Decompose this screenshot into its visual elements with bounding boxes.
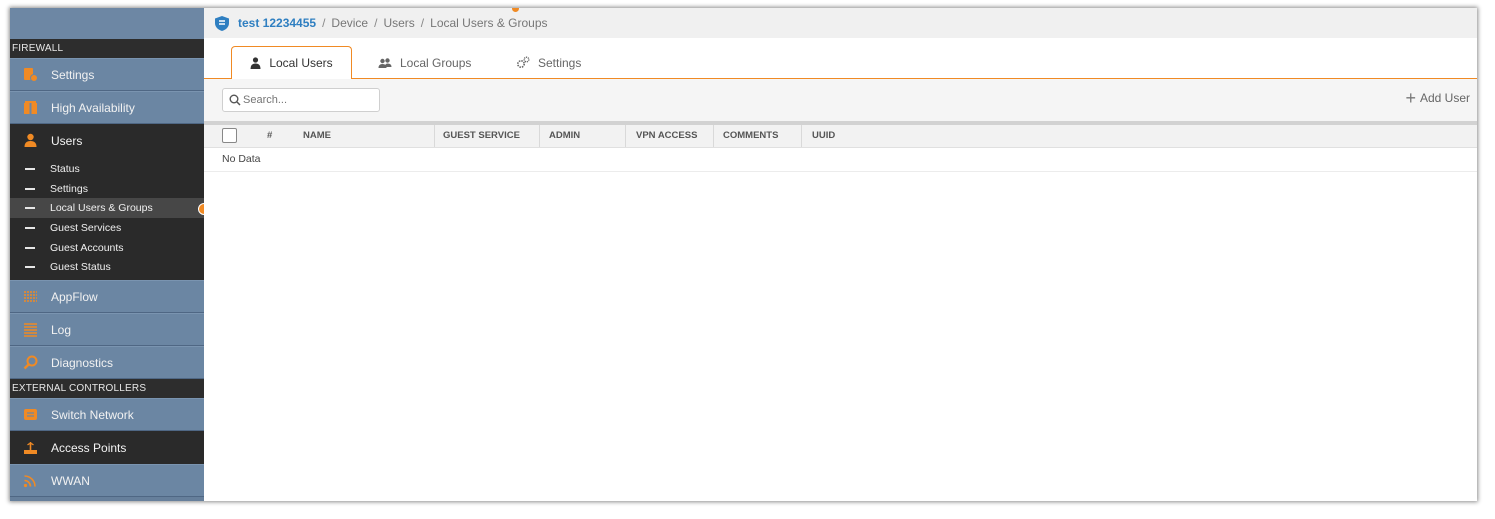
sidebar-item-wwan[interactable]: WWAN [10, 464, 204, 498]
appflow-icon [22, 289, 38, 305]
shield-icon [214, 15, 230, 32]
user-icon [22, 133, 38, 149]
sidebar-item-label: AppFlow [51, 289, 98, 304]
breadcrumb-device[interactable]: Device [331, 16, 368, 30]
sidebar-item-access-points[interactable]: Access Points [10, 431, 204, 465]
submenu-label: Local Users & Groups [50, 202, 153, 215]
toolbar: + Add User [204, 79, 1477, 121]
submenu-label: Settings [50, 182, 88, 195]
sidebar-item-settings[interactable]: Settings [10, 58, 204, 91]
settings-icon [22, 67, 38, 83]
tab-label: Local Users [269, 56, 333, 70]
sidebar-item-label: Users [51, 133, 83, 148]
sidebar-item-label: Settings [51, 67, 95, 82]
sidebar-item-appflow[interactable]: AppFlow [10, 280, 204, 314]
dash-icon [25, 246, 35, 249]
sidebar-item-label: Switch Network [51, 407, 134, 422]
tab-label: Local Groups [400, 55, 472, 70]
plus-icon: + [1405, 88, 1416, 108]
users-group-icon [378, 57, 392, 69]
breadcrumb-separator: / [420, 16, 425, 30]
access-point-icon [22, 440, 38, 456]
submenu-label: Guest Accounts [50, 241, 124, 254]
column-divider [800, 125, 802, 147]
submenu-item-guest-services[interactable]: Guest Services [10, 218, 204, 238]
dash-icon [25, 187, 35, 190]
main-content: test 12234455 / Device / Users / Local U… [204, 8, 1477, 501]
select-all-checkbox[interactable] [222, 128, 237, 143]
tab-settings[interactable]: Settings [516, 46, 581, 79]
switch-icon [22, 407, 38, 423]
submenu-item-guest-accounts[interactable]: Guest Accounts [10, 238, 204, 258]
breadcrumb-separator: / [374, 16, 378, 30]
log-icon [22, 322, 38, 338]
sidebar-item-high-availability[interactable]: High Availability [10, 91, 204, 124]
submenu-item-status[interactable]: Status [10, 159, 204, 179]
sidebar-item-switch-network[interactable]: Switch Network [10, 398, 204, 432]
column-header-comments[interactable]: COMMENTS [723, 125, 778, 147]
column-divider [712, 125, 714, 147]
search-icon [229, 94, 241, 106]
dash-icon [25, 207, 35, 210]
sidebar-item-label: High Availability [51, 100, 135, 115]
column-divider [538, 125, 540, 147]
sidebar-item-diagnostics[interactable]: Diagnostics [10, 346, 204, 380]
column-header-name[interactable]: NAME [303, 125, 331, 147]
wifi-icon [22, 473, 38, 489]
submenu-item-local-users-groups[interactable]: Local Users & Groups [10, 198, 204, 219]
column-divider [624, 125, 626, 147]
breadcrumb-separator: / [322, 16, 326, 30]
add-user-button[interactable]: + Add User [1405, 88, 1470, 108]
section-external-controllers: EXTERNAL CONTROLLERS [10, 379, 204, 399]
empty-table-message: No Data [204, 148, 1477, 172]
submenu-item-guest-status[interactable]: Guest Status [10, 257, 204, 277]
sidebar-item-log[interactable]: Log [10, 313, 204, 347]
add-user-label: Add User [1419, 91, 1470, 105]
submenu-item-settings[interactable]: Settings [10, 179, 204, 199]
tab-local-groups[interactable]: Local Groups [378, 46, 471, 79]
column-divider [433, 125, 435, 147]
breadcrumb-users[interactable]: Users [383, 16, 414, 30]
breadcrumb: test 12234455 / Device / Users / Local U… [204, 8, 1477, 38]
tab-local-users[interactable]: Local Users [231, 46, 352, 80]
users-submenu: Status Settings Local Users & Groups Gue… [10, 157, 204, 281]
sidebar-item-label: Log [51, 322, 72, 337]
dash-icon [25, 226, 35, 229]
high-availability-icon [22, 100, 38, 116]
search-input[interactable] [241, 94, 363, 106]
sidebar-item-users[interactable]: Users [10, 124, 204, 157]
tab-label: Settings [538, 55, 582, 70]
column-header-admin[interactable]: ADMIN [549, 125, 580, 147]
tab-bar: Local Users Local Groups Settings [204, 38, 1477, 80]
column-header-vpn-access[interactable]: VPN ACCESS [636, 125, 697, 147]
sidebar-item-label: Access Points [51, 440, 127, 455]
search-box[interactable] [222, 88, 380, 112]
breadcrumb-current: Local Users & Groups [430, 16, 548, 30]
column-header-index[interactable]: # [267, 125, 272, 147]
column-header-guest-service[interactable]: GUEST SERVICE [443, 125, 520, 147]
submenu-label: Guest Status [50, 261, 111, 274]
app-window: FIREWALL Settings High Availability User… [10, 8, 1477, 501]
diagnostics-icon [22, 355, 38, 371]
submenu-label: Status [50, 162, 80, 175]
section-firewall: FIREWALL [10, 39, 204, 58]
sidebar-header [10, 8, 204, 39]
table-header: # NAME GUEST SERVICE ADMIN VPN ACCESS CO… [204, 125, 1477, 148]
sidebar: FIREWALL Settings High Availability User… [10, 8, 204, 501]
sidebar-item-label: WWAN [51, 473, 90, 488]
submenu-label: Guest Services [50, 221, 122, 234]
sidebar-item-label: Diagnostics [51, 355, 114, 370]
column-header-uuid[interactable]: UUID [812, 125, 835, 147]
dash-icon [25, 167, 35, 170]
device-name-link[interactable]: test 12234455 [238, 16, 316, 30]
gears-icon [516, 56, 530, 69]
user-icon [250, 57, 261, 69]
dash-icon [25, 266, 35, 269]
